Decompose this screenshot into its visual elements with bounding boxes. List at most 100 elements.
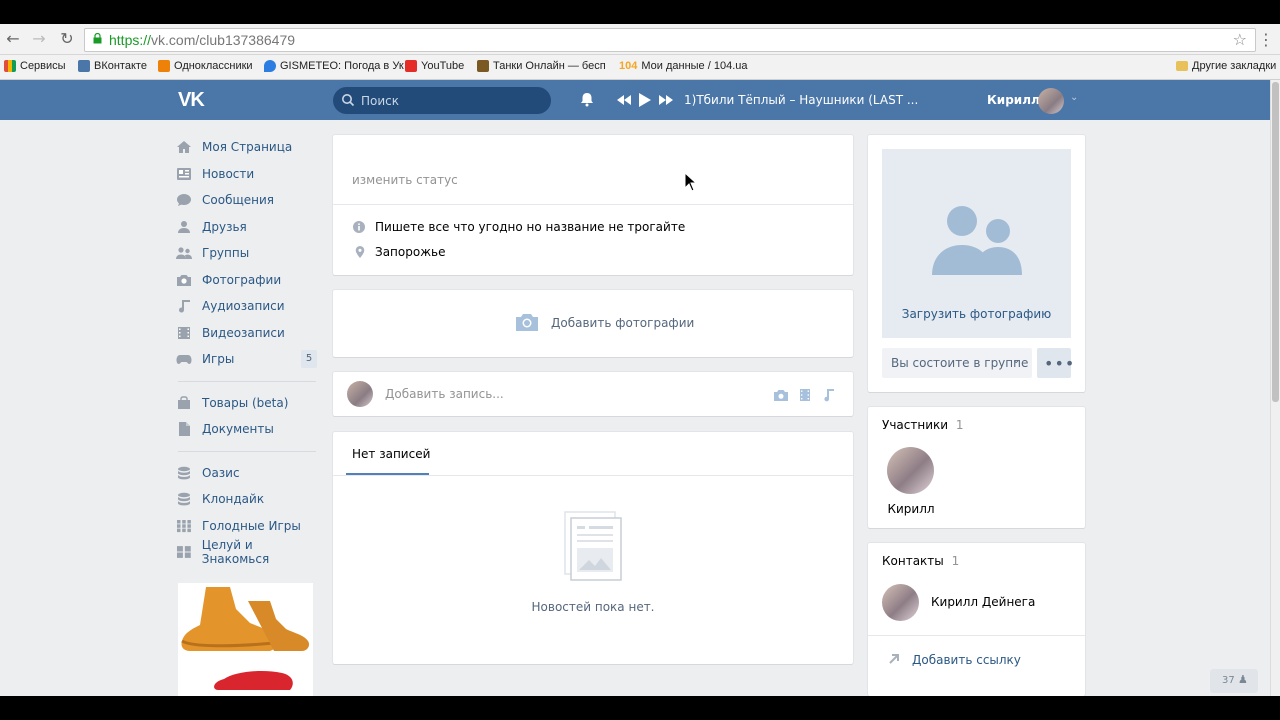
nav-item-market[interactable]: Товары (beta) [172, 390, 322, 417]
status-field[interactable]: изменить статус [352, 173, 458, 187]
info-icon [353, 221, 365, 233]
play-icon[interactable] [639, 93, 651, 107]
previous-track-icon[interactable] [617, 95, 631, 105]
nav-item-klondike[interactable]: Клондайк [172, 486, 322, 513]
tab-no-posts[interactable]: Нет записей [352, 447, 430, 461]
address-bar: ← → ↻ https://vk.com/club137386479 ☆ ⋮ [0, 24, 1280, 55]
lock-icon [93, 33, 102, 44]
header-user-name[interactable]: Кирилл [987, 93, 1040, 107]
camera-icon [516, 314, 538, 331]
more-dots-icon: ••• [1044, 354, 1076, 373]
bookmark-vk[interactable]: ВКонтакте [78, 60, 147, 72]
bookmark-youtube[interactable]: YouTube [405, 60, 464, 72]
upload-photo-area[interactable]: Загрузить фотографию [882, 149, 1071, 338]
scrollbar-thumb[interactable] [1272, 82, 1279, 402]
member-name[interactable]: Кирилл [868, 502, 954, 516]
members-header[interactable]: Участники 1 [882, 418, 964, 432]
membership-button[interactable]: Вы состоите в группе ⌄ [882, 348, 1032, 378]
nav-item-photos[interactable]: Фотографии [172, 267, 322, 294]
more-actions-button[interactable]: ••• [1037, 348, 1074, 378]
nav-item-groups[interactable]: Группы [172, 240, 322, 267]
nav-item-news[interactable]: Новости [172, 161, 322, 188]
vk-logo[interactable]: VK [178, 89, 205, 112]
search-box[interactable] [333, 87, 551, 114]
contact-name[interactable]: Кирилл Дейнега [931, 595, 1035, 609]
attach-photo-icon[interactable] [773, 389, 789, 402]
nav-item-video[interactable]: Видеозаписи [172, 320, 322, 347]
home-icon [177, 141, 191, 154]
scrollbar[interactable] [1270, 80, 1280, 696]
nav-item-oasis[interactable]: Оазис [172, 460, 322, 487]
news-icon [177, 167, 191, 180]
header-avatar[interactable] [1038, 88, 1064, 114]
104-favicon-icon: 104 [619, 60, 638, 72]
tank-favicon-icon [477, 60, 489, 72]
bookmark-tanki[interactable]: Танки Онлайн — бесп [477, 60, 606, 72]
wall-card: Нет записей Новостей пока нет. [333, 432, 853, 664]
group-info-card: изменить статус Пишете все что угодно но… [333, 135, 853, 275]
nav-item-messages[interactable]: Сообщения [172, 187, 322, 214]
db-icon [178, 466, 190, 480]
divider [868, 635, 1085, 636]
member-avatar[interactable] [887, 447, 934, 494]
nav-item-games[interactable]: Игры 5 [172, 346, 322, 373]
contacts-card: Контакты 1 Кирилл Дейнега Добавить ссылк… [868, 543, 1085, 696]
attach-audio-icon[interactable] [823, 388, 835, 402]
db-icon [178, 493, 190, 506]
nav-item-audio[interactable]: Аудиозаписи [172, 293, 322, 320]
document-icon [179, 422, 190, 437]
nav-item-kiss-meet[interactable]: Целуй и Знакомься [172, 538, 322, 566]
add-photos-card[interactable]: Добавить фотографии [333, 290, 853, 357]
nav-item-documents[interactable]: Документы [172, 416, 322, 443]
search-icon [342, 94, 355, 107]
contacts-header[interactable]: Контакты 1 [882, 554, 959, 568]
grid-icon [177, 519, 191, 532]
left-nav: Моя Страница Новости Сообщения Друзья Гр… [172, 134, 322, 566]
bookmark-104[interactable]: 104 Мои данные / 104.ua [619, 60, 748, 72]
url-field[interactable]: https://vk.com/club137386479 ☆ [84, 28, 1256, 52]
chevron-down-icon[interactable]: ⌄ [1070, 92, 1078, 103]
search-input[interactable] [359, 91, 543, 111]
divider [333, 475, 853, 476]
new-post-card: Добавить запись... [333, 372, 853, 416]
add-link-button[interactable]: Добавить ссылку [912, 653, 1021, 667]
bell-icon[interactable] [580, 92, 594, 107]
online-counter[interactable]: 37 ♟ [1210, 669, 1258, 693]
add-photos-label: Добавить фотографии [551, 316, 695, 330]
group-location: Запорожье [375, 245, 446, 259]
post-input[interactable]: Добавить запись... [385, 387, 504, 401]
nav-item-friends[interactable]: Друзья [172, 214, 322, 241]
browser-menu-icon[interactable]: ⋮ [1258, 30, 1274, 49]
sneakers-ad-image [178, 583, 313, 696]
nav-divider [178, 380, 316, 382]
now-playing-track[interactable]: 1)Тбили Тёплый – Наушники (LAST ... [684, 93, 918, 107]
nav-item-hunger-games[interactable]: Голодные Игры [172, 513, 322, 540]
vk-header: VK 1)Тбили Тёплый – Наушники (LAST ... К… [0, 80, 1270, 120]
games-count-badge: 5 [301, 350, 317, 368]
other-bookmarks[interactable]: Другие закладки [1176, 60, 1276, 72]
url-text: https://vk.com/club137386479 [109, 32, 296, 48]
youtube-favicon-icon [405, 60, 417, 72]
forward-arrow-icon[interactable]: → [30, 30, 48, 48]
messages-icon [177, 194, 191, 207]
nav-divider [178, 450, 316, 452]
location-pin-icon [355, 246, 365, 258]
community-placeholder-icon [932, 206, 1022, 275]
bookmarks-bar: Сервисы ВКонтакте Одноклассники GISMETEO… [0, 55, 1280, 80]
ad-banner[interactable] [178, 583, 313, 696]
user-icon: ♟ [1238, 673, 1248, 686]
bookmark-odnoklassniki[interactable]: Одноклассники [158, 60, 253, 72]
back-arrow-icon[interactable]: ← [4, 30, 22, 48]
empty-feed-text: Новостей пока нет. [531, 600, 655, 614]
nav-item-my-page[interactable]: Моя Страница [172, 134, 322, 161]
bookmark-star-icon[interactable]: ☆ [1233, 30, 1247, 49]
apps-icon [4, 60, 16, 72]
next-track-icon[interactable] [659, 95, 673, 105]
attach-video-icon[interactable] [799, 388, 811, 402]
bookmark-gismeteo[interactable]: GISMETEO: Погода в Ук [264, 60, 404, 72]
contact-avatar[interactable] [882, 584, 919, 621]
bookmark-services[interactable]: Сервисы [4, 60, 66, 72]
reload-icon[interactable]: ↻ [58, 30, 76, 48]
group-avatar-card: Загрузить фотографию Вы состоите в групп… [868, 135, 1085, 392]
empty-feed-icon [564, 511, 622, 581]
